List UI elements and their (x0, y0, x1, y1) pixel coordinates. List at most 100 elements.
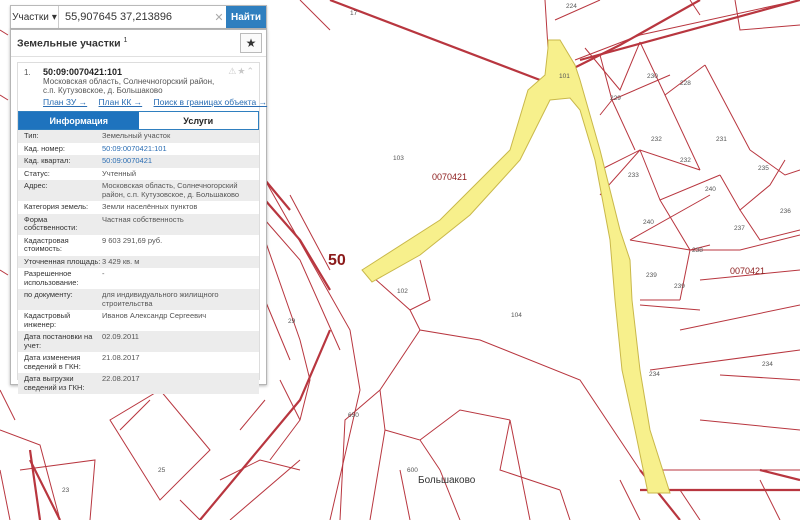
parcel-links: План ЗУ → План КК → Поиск в границах объ… (43, 97, 276, 107)
clear-icon[interactable]: ✕ (212, 6, 226, 28)
search-in-bounds-link[interactable]: Поиск в границах объекта → (154, 97, 268, 107)
parcel-number: 240 (705, 186, 716, 193)
attribute-value: Частная собственность (102, 214, 184, 224)
cadastral-number[interactable]: 50:09:0070421:101 (43, 67, 122, 77)
parcel-number: 232 (680, 157, 691, 164)
attribute-row: Форма собственности: Частная собственност… (18, 213, 259, 235)
attribute-row: Кадастровый инженер: Иванов Александр Сер… (18, 310, 259, 331)
region-number: 50 (328, 252, 346, 269)
attribute-value: Иванов Александр Сергеевич (102, 311, 207, 320)
attribute-key: Дата изменения сведений в ГКН: (24, 353, 81, 371)
attribute-value[interactable]: 50:09:0070421:101 (102, 144, 259, 154)
attribute-value: Земли населённых пунктов (102, 202, 198, 211)
search-input[interactable] (59, 6, 212, 28)
attribute-row: Дата изменения сведений в ГКН: 21.08.2017 (18, 352, 259, 373)
parcel-number: 224 (566, 3, 577, 10)
attribute-key: Дата выгрузки сведений из ГКН: (24, 374, 85, 392)
attribute-value: - (102, 269, 105, 278)
plan-zu-link[interactable]: План ЗУ → (43, 97, 87, 107)
attribute-key: Кад. квартал: (24, 156, 71, 165)
attribute-row: Кадастровая стоимость: 9 603 291,69 руб. (18, 235, 259, 256)
search-type-dropdown[interactable]: Участки ▾ (11, 6, 59, 28)
attribute-row: Дата выгрузки сведений из ГКН: 22.08.2017 (18, 373, 259, 394)
tab-services[interactable]: Услуги (138, 112, 258, 129)
parcel-number: 102 (397, 288, 408, 295)
parcel-number: 25 (158, 467, 166, 474)
attribute-key: Категория земель: (24, 202, 89, 211)
parcel-number: 23 (62, 487, 70, 494)
parcel-number: 29 (288, 318, 296, 325)
parcel-number: 236 (780, 208, 791, 215)
parcel-number: 237 (734, 225, 745, 232)
attribute-key: Кадастровый инженер: (24, 311, 71, 329)
parcel-number: 238 (692, 247, 703, 254)
attribute-key: Статус: (24, 168, 50, 178)
item-action-icons[interactable]: ⚠★⌃ (228, 66, 255, 77)
parcel-number: 234 (762, 361, 773, 368)
quarter-label: 0070421 (432, 172, 467, 182)
quarter-label: 0070421 (730, 266, 765, 276)
attribute-row: Адрес: Московская область, Солнечногорски… (18, 180, 259, 201)
search-bar: Участки ▾ ✕ Найти (10, 5, 267, 29)
attribute-key: Тип: (24, 131, 39, 140)
attribute-value: Учтенный (102, 168, 137, 178)
attribute-row: Разрешенное использование: - (18, 268, 259, 289)
parcel-number: 233 (628, 172, 639, 179)
attribute-value: 3 429 кв. м (102, 256, 140, 266)
attribute-row: Уточненная площадь: 3 429 кв. м (18, 255, 259, 268)
warning-icon[interactable]: ⚠ (228, 66, 237, 76)
parcel-number: 17 (350, 10, 358, 17)
attribute-row: Дата постановки на учет: 02.09.2011 (18, 331, 259, 352)
attribute-row: Категория земель: Земли населённых пункто… (18, 201, 259, 214)
attribute-key: Кадастровая стоимость: (24, 235, 69, 253)
attribute-value[interactable]: 50:09:0070421 (102, 156, 259, 166)
attribute-key: по документу: (24, 290, 73, 299)
attribute-value: Московская область, Солнечногорский райо… (102, 181, 240, 199)
attribute-key: Дата постановки на учет: (24, 332, 93, 350)
parcel-number: 232 (651, 136, 662, 143)
parcel-number: 230 (647, 73, 658, 80)
attribute-row: Кад. квартал: 50:09:0070421 (18, 155, 259, 168)
parcel-number: 104 (511, 312, 522, 319)
attribute-value: 02.09.2011 (102, 332, 139, 341)
parcel-number: 234 (649, 371, 660, 378)
find-button[interactable]: Найти (226, 6, 266, 28)
item-index: 1. (24, 68, 31, 77)
parcel-number: 650 (348, 412, 359, 419)
collapse-chevron-icon[interactable]: ⌃ (246, 66, 255, 76)
attribute-key: Разрешенное использование: (24, 269, 79, 287)
plan-kk-link[interactable]: План КК → (99, 97, 143, 107)
parcel-number: 228 (680, 80, 691, 87)
tab-information[interactable]: Информация (19, 112, 139, 129)
parcel-info-panel: Земельные участки 1 ★ 1. 50:09:0070421:1… (10, 29, 267, 394)
favorite-star-button[interactable]: ★ (240, 33, 262, 53)
search-type-label: Участки (12, 11, 49, 23)
parcel-number: 229 (610, 95, 621, 102)
parcel-number: 103 (393, 155, 404, 162)
parcel-item-header: 1. 50:09:0070421:101 Московская область,… (18, 63, 267, 111)
parcel-number: 600 (407, 467, 418, 474)
attribute-value: 21.08.2017 (102, 353, 140, 362)
parcel-address: Московская область, Солнечногорский райо… (43, 77, 215, 95)
attribute-row: Статус: Учтенный (18, 168, 259, 181)
attribute-key: Форма собственности: (24, 214, 78, 232)
attribute-row: Тип: Земельный участок (18, 130, 259, 143)
attribute-key: Уточненная площадь: (24, 256, 101, 266)
panel-header: Земельные участки 1 ★ (11, 30, 266, 57)
attribute-value: 9 603 291,69 руб. (102, 235, 163, 245)
attribute-value: Земельный участок (102, 131, 171, 140)
attributes-table: Тип: Земельный участок Кад. номер: 50:09:00… (18, 130, 259, 394)
parcel-number: 231 (716, 136, 727, 143)
parcel-number: 239 (646, 272, 657, 279)
attribute-value: 22.08.2017 (102, 374, 140, 383)
panel-title-text: Земельные участки (17, 37, 121, 50)
attribute-row: Кад. номер: 50:09:0070421:101 (18, 143, 259, 156)
panel-title: Земельные участки 1 (11, 37, 240, 50)
parcel-number: 240 (643, 219, 654, 226)
parcel-number: 235 (758, 165, 769, 172)
info-tabs: Информация Услуги (18, 111, 259, 130)
parcel-number: 239 (674, 283, 685, 290)
attribute-key: Кад. номер: (24, 143, 65, 153)
chevron-down-icon: ▾ (51, 11, 57, 23)
attribute-key: Адрес: (24, 181, 48, 190)
